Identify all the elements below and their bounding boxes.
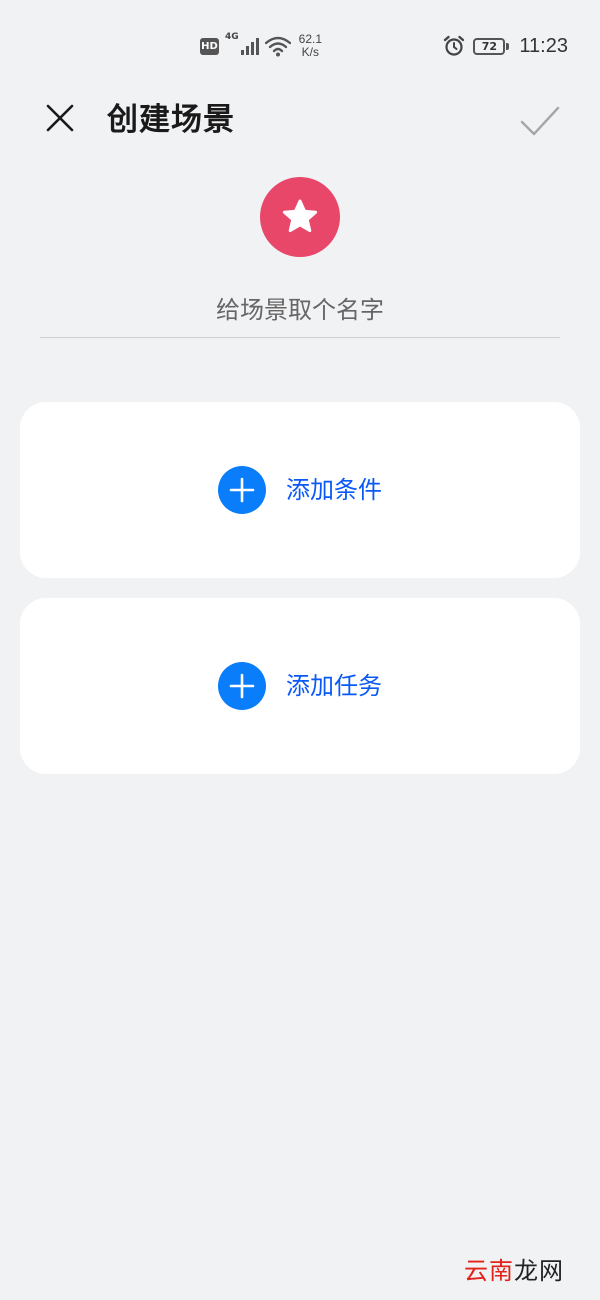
battery-icon: 72 <box>473 37 510 55</box>
scene-name-field <box>40 282 560 338</box>
status-bar: HD 4G 62.1 K/s 72 11:23 <box>0 0 600 88</box>
status-bar-right: 72 11:23 <box>443 30 568 62</box>
add-task-card[interactable]: 添加任务 <box>20 598 580 774</box>
hd-badge: HD <box>200 37 219 55</box>
star-icon <box>282 199 318 233</box>
confirm-button[interactable] <box>518 98 562 142</box>
status-bar-network: HD 4G 62.1 K/s <box>200 30 322 62</box>
watermark-part2: 龙网 <box>514 1257 564 1285</box>
battery-level: 72 <box>481 39 498 53</box>
watermark-logo: 云南龙网 <box>464 1251 564 1286</box>
header: 创建场景 <box>0 88 600 152</box>
speed-unit: K/s <box>301 45 319 59</box>
scene-icon-button[interactable] <box>260 177 340 257</box>
page-title: 创建场景 <box>107 102 235 138</box>
plus-icon <box>218 466 266 514</box>
alarm-icon <box>444 35 465 56</box>
close-icon <box>46 104 74 132</box>
add-condition-card[interactable]: 添加条件 <box>20 402 580 578</box>
plus-icon <box>218 662 266 710</box>
signal-icon <box>240 37 259 55</box>
network-speed: 62.1 K/s <box>299 33 322 59</box>
watermark-part1: 云南 <box>464 1257 514 1285</box>
add-task-row: 添加任务 <box>218 662 382 710</box>
add-condition-label: 添加条件 <box>286 476 382 504</box>
check-icon <box>520 106 560 136</box>
network-type: 4G <box>225 32 239 42</box>
add-condition-row: 添加条件 <box>218 466 382 514</box>
scene-name-input[interactable] <box>40 282 560 337</box>
wifi-icon <box>264 36 291 57</box>
speed-value: 62.1 <box>298 32 323 46</box>
status-time: 11:23 <box>519 34 568 57</box>
close-button[interactable] <box>40 100 80 140</box>
add-task-label: 添加任务 <box>286 672 382 700</box>
